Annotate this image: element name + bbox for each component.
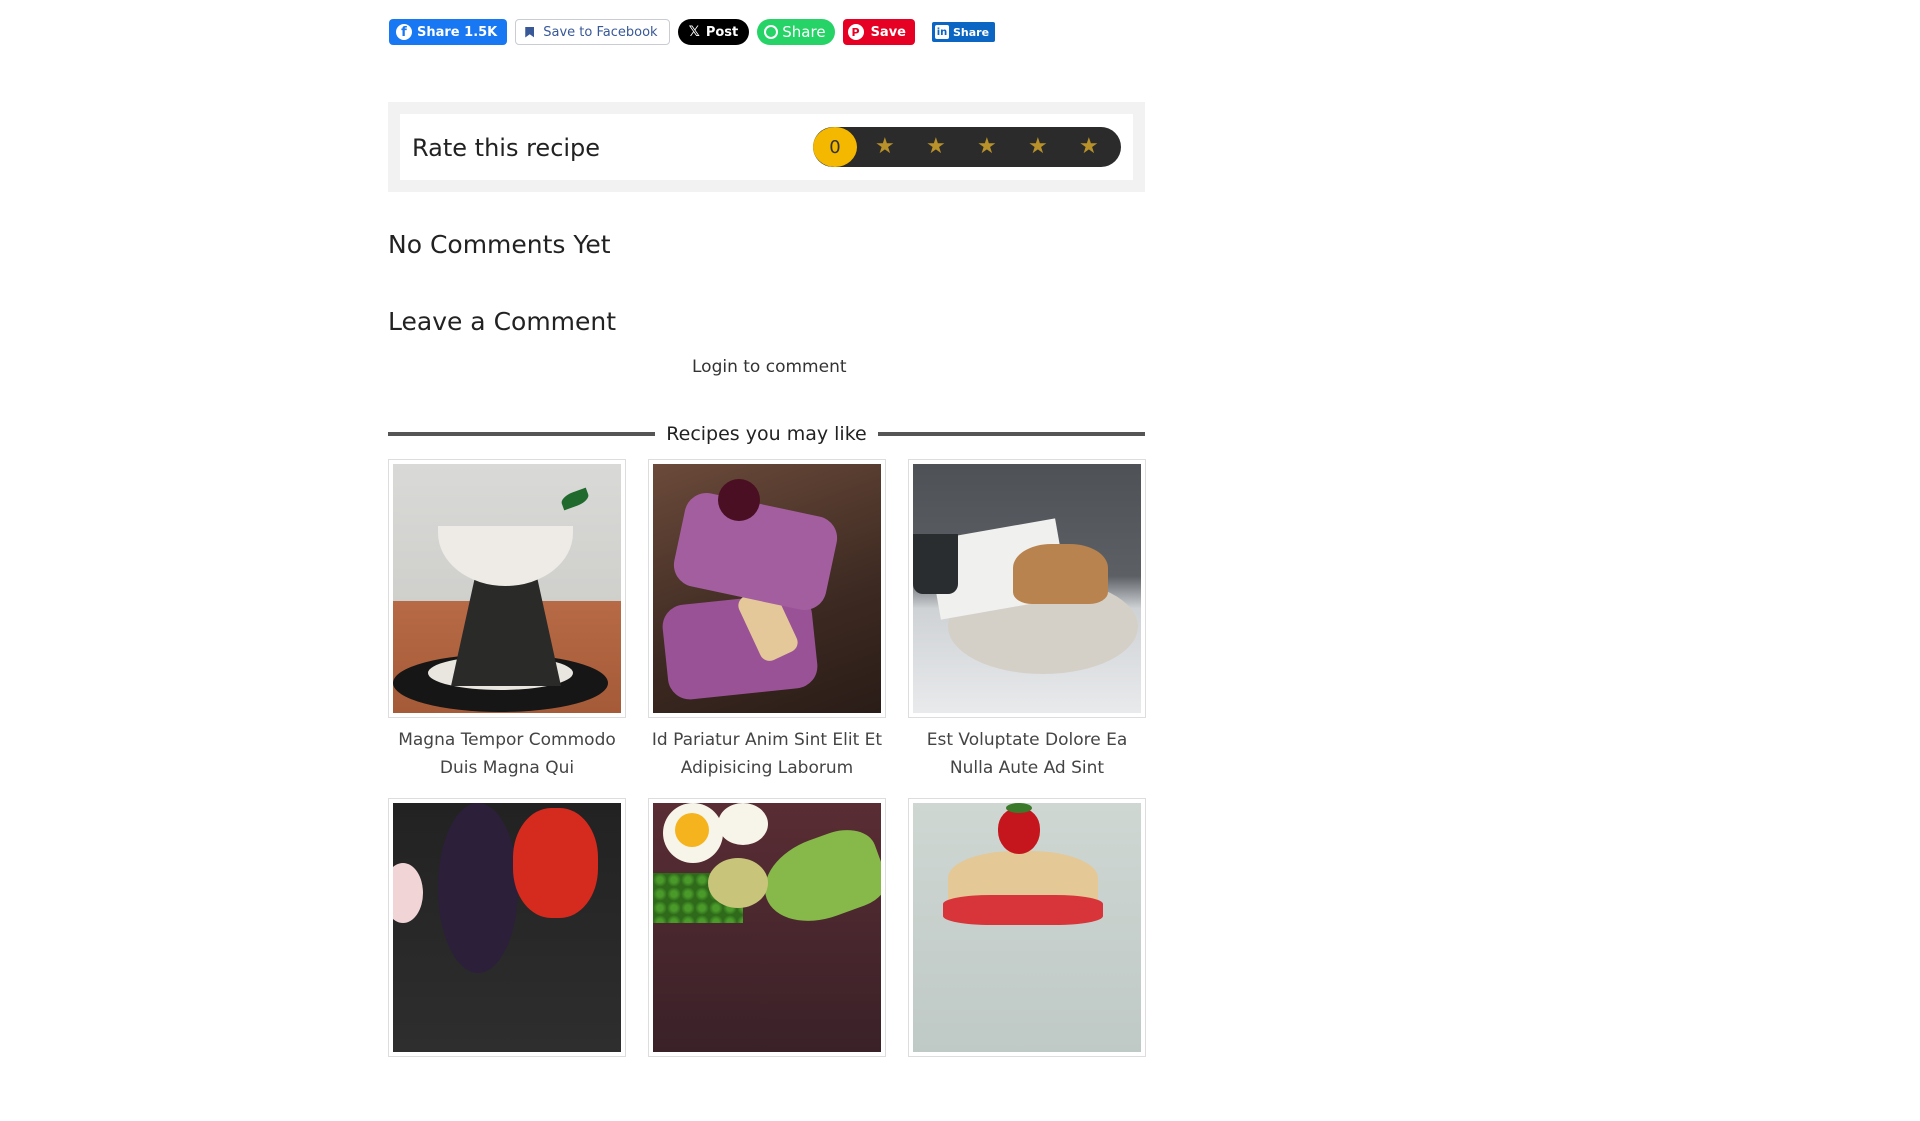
- rating-stars-bar: 0 ★ ★ ★ ★ ★: [813, 127, 1121, 167]
- star-1-icon[interactable]: ★: [875, 133, 895, 161]
- star-2-icon[interactable]: ★: [926, 133, 946, 161]
- recipe-card-title[interactable]: Id Pariatur Anim Sint Elit Et Adipisicin…: [648, 726, 886, 782]
- star-4-icon[interactable]: ★: [1028, 133, 1048, 161]
- recipe-thumbnail-image[interactable]: [393, 464, 621, 713]
- recipe-card[interactable]: Est Voluptate Dolore Ea Nulla Aute Ad Si…: [908, 459, 1146, 782]
- save-to-facebook-button[interactable]: Save to Facebook: [515, 19, 670, 45]
- save-to-facebook-label: Save to Facebook: [543, 24, 658, 40]
- linkedin-icon: in: [935, 25, 949, 39]
- share-bar: f Share 1.5K Save to Facebook 𝕏 Post Sha…: [389, 17, 1003, 47]
- recipe-thumbnail-image[interactable]: [393, 803, 621, 1052]
- recipe-thumbnail-frame[interactable]: [388, 798, 626, 1057]
- related-recipes-grid: Magna Tempor Commodo Duis Magna Qui Id P…: [388, 459, 1146, 1121]
- facebook-share-label: Share 1.5K: [417, 24, 498, 40]
- recipe-thumbnail-frame[interactable]: [908, 459, 1146, 718]
- recipe-thumbnail-frame[interactable]: [908, 798, 1146, 1057]
- pinterest-icon: P: [847, 24, 864, 40]
- divider-left: [388, 432, 656, 436]
- recipe-thumbnail-image[interactable]: [653, 464, 881, 713]
- rating-label: Rate this recipe: [412, 134, 601, 162]
- pinterest-save-button[interactable]: P Save: [842, 19, 915, 45]
- recipe-card[interactable]: Id Pariatur Anim Sint Elit Et Adipisicin…: [648, 459, 886, 782]
- x-post-button[interactable]: 𝕏 Post: [677, 19, 750, 45]
- recipe-thumbnail-image[interactable]: [653, 803, 881, 1052]
- recipe-thumbnail-frame[interactable]: [648, 798, 886, 1057]
- section-title-text: Recipes you may like: [666, 423, 867, 445]
- whatsapp-icon: [764, 25, 779, 39]
- recipe-thumbnail-frame[interactable]: [648, 459, 886, 718]
- recipe-card-title[interactable]: [908, 1065, 1146, 1121]
- related-recipes-title: Recipes you may like: [388, 421, 1146, 447]
- facebook-icon: f: [396, 24, 412, 40]
- rating-count-badge: 0: [813, 127, 857, 167]
- comments-heading: No Comments Yet: [388, 230, 611, 259]
- rating-panel: Rate this recipe 0 ★ ★ ★ ★ ★: [400, 114, 1133, 180]
- bookmark-icon: [525, 26, 535, 38]
- recipe-thumbnail-frame[interactable]: [388, 459, 626, 718]
- login-to-comment-link[interactable]: Login to comment: [692, 357, 847, 377]
- x-post-label: Post: [705, 24, 739, 40]
- recipe-card-title[interactable]: [388, 1065, 626, 1121]
- recipe-card[interactable]: [908, 798, 1146, 1121]
- whatsapp-share-label: Share: [782, 23, 826, 41]
- star-3-icon[interactable]: ★: [977, 133, 997, 161]
- recipe-card[interactable]: [648, 798, 886, 1121]
- rating-box: Rate this recipe 0 ★ ★ ★ ★ ★: [388, 102, 1145, 192]
- recipe-card-title[interactable]: Magna Tempor Commodo Duis Magna Qui: [388, 726, 626, 782]
- recipe-thumbnail-image[interactable]: [913, 803, 1141, 1052]
- linkedin-share-label: Share: [953, 25, 990, 39]
- linkedin-share-button[interactable]: in Share: [932, 22, 996, 42]
- recipe-card-title[interactable]: Est Voluptate Dolore Ea Nulla Aute Ad Si…: [908, 726, 1146, 782]
- divider-right: [877, 432, 1146, 436]
- leave-comment-heading: Leave a Comment: [388, 307, 617, 336]
- facebook-share-button[interactable]: f Share 1.5K: [389, 19, 508, 45]
- recipe-card[interactable]: [388, 798, 626, 1121]
- recipe-card[interactable]: Magna Tempor Commodo Duis Magna Qui: [388, 459, 626, 782]
- recipe-thumbnail-image[interactable]: [913, 464, 1141, 713]
- x-logo-icon: 𝕏: [688, 24, 700, 40]
- whatsapp-share-button[interactable]: Share: [757, 19, 835, 45]
- pinterest-save-label: Save: [870, 24, 906, 40]
- star-5-icon[interactable]: ★: [1079, 133, 1099, 161]
- recipe-card-title[interactable]: [648, 1065, 886, 1121]
